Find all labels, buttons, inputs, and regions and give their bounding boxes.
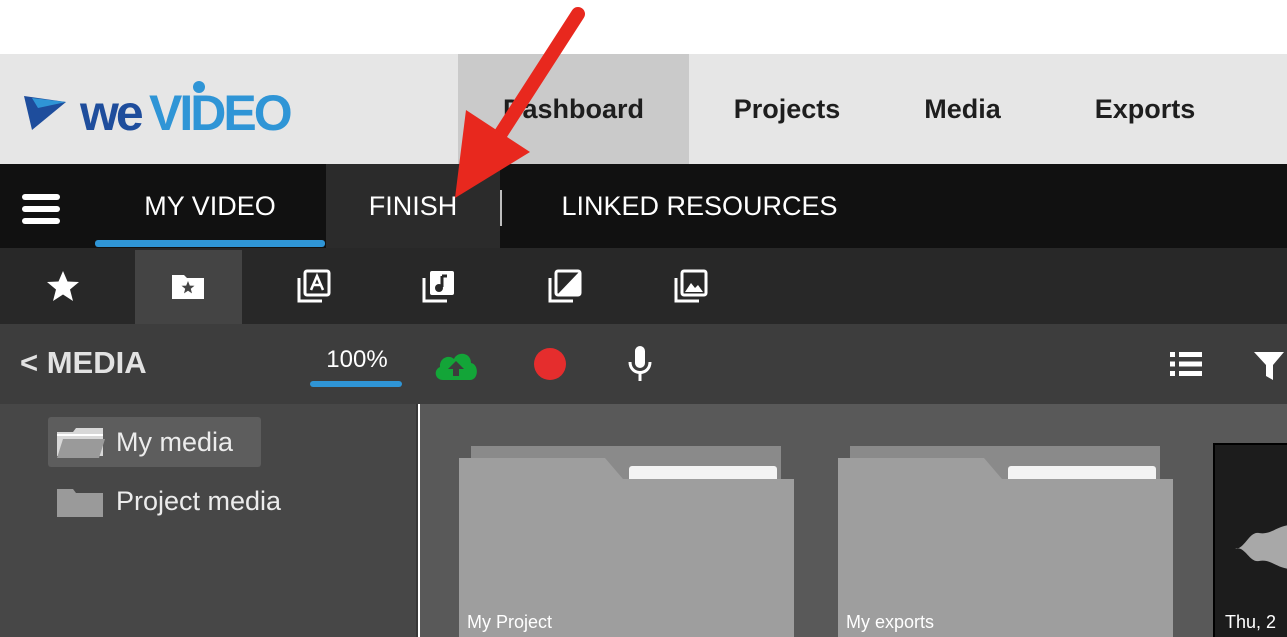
starred-folder-icon[interactable] xyxy=(170,268,206,304)
filter-icon[interactable] xyxy=(1254,350,1287,382)
list-view-icon[interactable] xyxy=(1170,350,1202,378)
folder-icon xyxy=(57,489,103,517)
music-library-icon[interactable] xyxy=(421,268,457,304)
media-item-label: My exports xyxy=(846,612,935,632)
image-library-icon[interactable] xyxy=(673,268,709,304)
record-icon[interactable] xyxy=(533,347,567,381)
zoom-level[interactable]: 100% xyxy=(312,344,402,376)
nav-dashboard[interactable]: Dashboard xyxy=(458,54,689,164)
media-audio-card[interactable]: Thu, 2 xyxy=(1213,443,1287,637)
folder-label: My media xyxy=(116,427,234,457)
nav-exports[interactable]: Exports xyxy=(1075,54,1215,164)
tab-my-video[interactable]: MY VIDEO xyxy=(95,164,325,248)
wevideo-logo[interactable]: we VIDEO xyxy=(22,74,312,144)
tab-divider xyxy=(500,190,502,226)
tab-finish[interactable]: FINISH xyxy=(326,164,500,248)
wevideo-logo-mark: we VIDEO xyxy=(24,81,294,141)
media-folder-card[interactable]: My exports xyxy=(838,446,1173,637)
svg-text:we: we xyxy=(79,85,143,141)
nav-projects[interactable]: Projects xyxy=(712,54,862,164)
chevron-left-icon: < xyxy=(20,345,39,380)
media-item-label: Thu, 2 xyxy=(1225,612,1277,632)
tab-linked-resources[interactable]: LINKED RESOURCES xyxy=(532,164,867,248)
transition-library-icon[interactable] xyxy=(547,268,583,304)
hamburger-menu-icon[interactable] xyxy=(22,194,60,224)
zoom-indicator xyxy=(310,381,402,387)
media-item-label: My Project xyxy=(467,612,553,632)
media-back-button[interactable]: < MEDIA xyxy=(20,340,147,386)
media-title: MEDIA xyxy=(46,345,147,380)
folder-my-media[interactable]: My media xyxy=(48,417,261,467)
folder-label: Project media xyxy=(116,486,282,516)
microphone-icon[interactable] xyxy=(626,344,654,384)
cloud-upload-icon[interactable] xyxy=(433,348,479,382)
text-library-icon[interactable] xyxy=(296,268,332,304)
media-folder-card[interactable]: My Project xyxy=(459,446,794,637)
nav-media[interactable]: Media xyxy=(905,54,1020,164)
folder-project-media[interactable]: Project media xyxy=(48,476,348,526)
star-icon[interactable] xyxy=(45,268,81,304)
svg-text:VIDEO: VIDEO xyxy=(149,85,291,141)
active-tab-indicator xyxy=(95,240,325,247)
open-folder-icon xyxy=(57,428,105,458)
